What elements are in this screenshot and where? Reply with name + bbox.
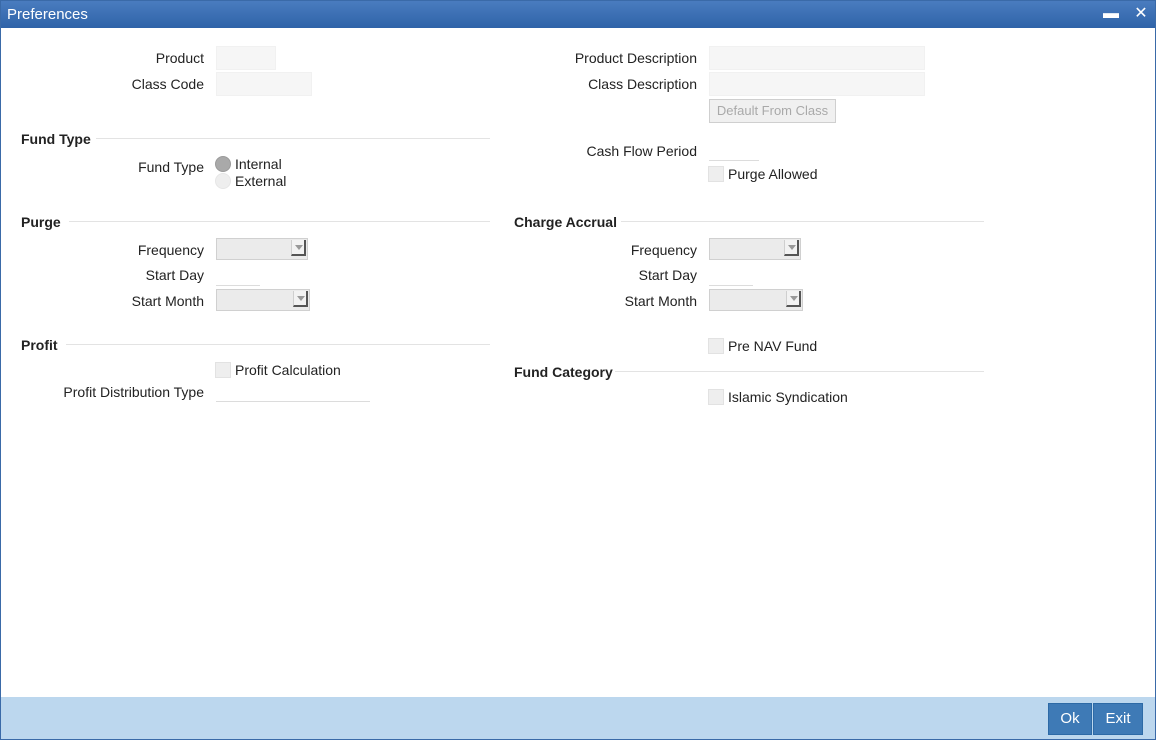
charge-accrual-frequency-label: Frequency (630, 242, 697, 258)
product-description-label: Product Description (574, 50, 697, 66)
purge-frequency-select[interactable] (216, 238, 308, 260)
product-label: Product (155, 50, 204, 66)
fund-category-divider (615, 371, 984, 372)
chevron-down-icon (786, 291, 801, 307)
purge-frequency-label: Frequency (137, 242, 204, 258)
purge-start-month-select[interactable] (216, 289, 310, 311)
cash-flow-period-label: Cash Flow Period (586, 143, 698, 159)
fund-category-section-title: Fund Category (514, 364, 613, 380)
purge-start-day-label: Start Day (145, 267, 204, 283)
chevron-down-icon (291, 240, 306, 256)
exit-button[interactable]: Exit (1093, 703, 1143, 735)
profit-distribution-type-input[interactable] (216, 379, 370, 402)
profit-calculation-label: Profit Calculation (235, 362, 341, 378)
purge-start-month-label: Start Month (131, 293, 204, 309)
profit-section-title: Profit (21, 337, 58, 353)
purge-allowed-checkbox[interactable] (708, 166, 724, 182)
charge-accrual-start-day-label: Start Day (638, 267, 697, 283)
profit-distribution-type-label: Profit Distribution Type (63, 384, 204, 400)
charge-accrual-start-month-select[interactable] (709, 289, 803, 311)
charge-accrual-divider (621, 221, 984, 222)
preferences-window: Preferences ▬ ✕ Product Class Code Produ… (0, 0, 1156, 740)
charge-accrual-frequency-select[interactable] (709, 238, 801, 260)
product-description-input[interactable] (709, 46, 925, 70)
ok-button[interactable]: Ok (1048, 703, 1092, 735)
chevron-down-icon (784, 240, 799, 256)
window-title: Preferences (7, 6, 88, 23)
class-code-input[interactable] (216, 72, 312, 96)
external-radio-label: External (235, 173, 287, 189)
product-input[interactable] (216, 46, 276, 70)
default-from-class-button[interactable]: Default From Class (709, 99, 836, 123)
chevron-down-icon (293, 291, 308, 307)
purge-allowed-label: Purge Allowed (728, 166, 818, 182)
class-code-label: Class Code (131, 76, 204, 92)
fund-type-section-title: Fund Type (21, 131, 91, 147)
class-description-label: Class Description (588, 76, 697, 92)
purge-section-title: Purge (21, 214, 61, 230)
external-radio[interactable] (215, 173, 231, 189)
charge-accrual-start-day-input[interactable] (709, 263, 753, 286)
profit-calculation-checkbox[interactable] (215, 362, 231, 378)
footer-bar: Ok Exit (1, 697, 1155, 739)
charge-accrual-section-title: Charge Accrual (514, 214, 617, 230)
purge-divider (69, 221, 490, 222)
islamic-syndication-label: Islamic Syndication (728, 389, 848, 405)
internal-radio-label: Internal (235, 156, 282, 172)
pre-nav-fund-checkbox[interactable] (708, 338, 724, 354)
purge-start-day-input[interactable] (216, 263, 260, 286)
islamic-syndication-checkbox[interactable] (708, 389, 724, 405)
charge-accrual-start-month-label: Start Month (624, 293, 697, 309)
minimize-icon[interactable]: ▬ (1101, 4, 1121, 24)
pre-nav-fund-label: Pre NAV Fund (728, 338, 818, 354)
close-icon[interactable]: ✕ (1131, 4, 1151, 24)
cash-flow-period-input[interactable] (709, 138, 759, 161)
fund-type-label: Fund Type (138, 159, 204, 175)
fund-type-divider (96, 138, 490, 139)
class-description-input[interactable] (709, 72, 925, 96)
profit-divider (66, 344, 490, 345)
title-bar: Preferences ▬ ✕ (1, 1, 1155, 28)
internal-radio[interactable] (215, 156, 231, 172)
